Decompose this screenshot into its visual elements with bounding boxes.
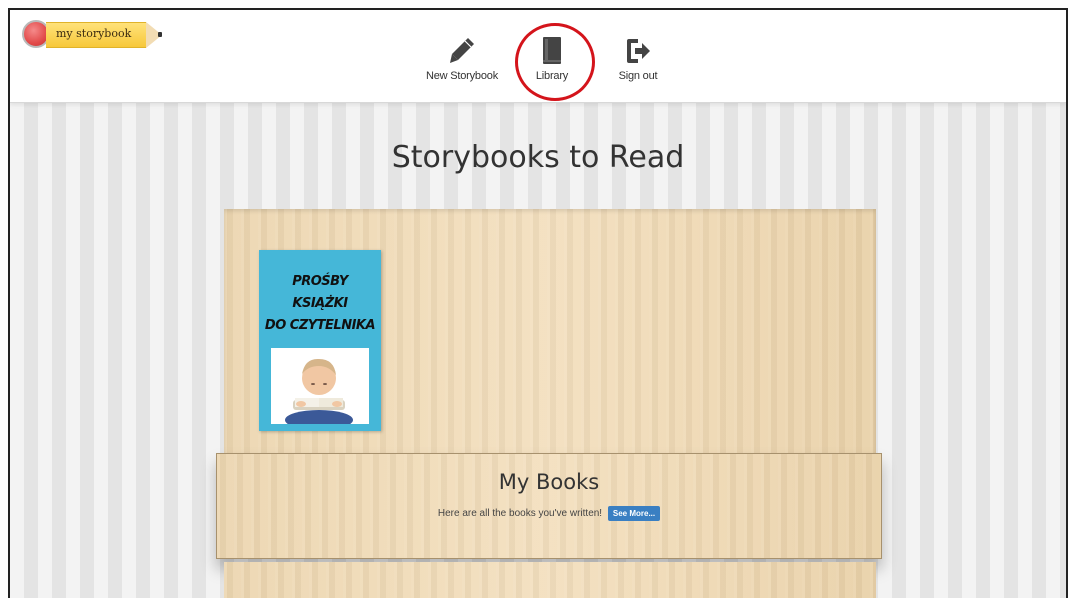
- child-reading-image: [271, 348, 369, 424]
- sign-out-button[interactable]: Sign out: [613, 36, 663, 82]
- new-storybook-label: New Storybook: [426, 70, 498, 82]
- pencil-icon: [450, 38, 474, 63]
- my-books-subtext: Here are all the books you've written!: [437, 508, 603, 520]
- cover-title-line-1: PROŚBY: [292, 274, 348, 289]
- my-books-heading: My Books: [498, 470, 600, 494]
- cover-title-line-3: DO CZYTELNIKA: [264, 318, 376, 333]
- top-navigation-bar: my storybook New Storybook Library Sign …: [10, 10, 1066, 103]
- highlight-circle: [515, 23, 595, 101]
- my-books-shelf: My Books Here are all the books you've w…: [216, 453, 882, 559]
- page-title: Storybooks to Read: [391, 140, 685, 175]
- next-bookshelf: [224, 562, 876, 598]
- cover-title-line-2: KSIĄŻKI: [292, 296, 348, 311]
- new-storybook-button[interactable]: New Storybook: [422, 36, 502, 82]
- app-window: my storybook New Storybook Library Sign …: [8, 8, 1068, 598]
- book-cover[interactable]: PROŚBY KSIĄŻKI DO CZYTELNIKA: [259, 250, 381, 431]
- sign-out-label: Sign out: [618, 70, 658, 82]
- see-more-button[interactable]: See More...: [607, 506, 661, 521]
- my-books-description: Here are all the books you've written! S…: [217, 506, 881, 521]
- sign-out-icon: [627, 39, 650, 63]
